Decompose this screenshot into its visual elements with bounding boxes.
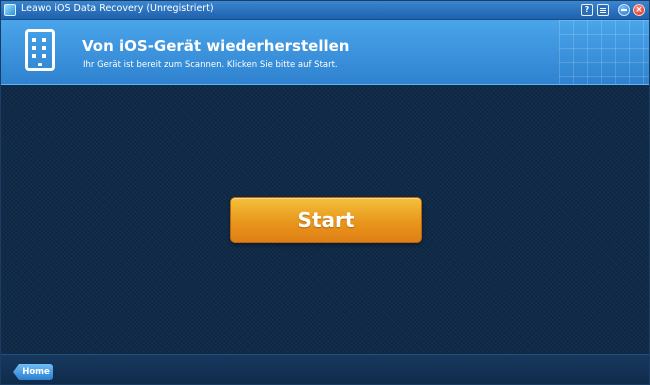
page-title: Von iOS-Gerät wiederherstellen (82, 37, 350, 55)
header-grid-decoration (559, 20, 649, 84)
tablet-screen (31, 36, 49, 60)
home-button-label: Home (22, 367, 50, 377)
close-button[interactable]: × (633, 4, 645, 16)
app-logo-icon (4, 4, 16, 16)
page-subtitle: Ihr Gerät ist bereit zum Scannen. Klicke… (83, 60, 338, 70)
window-title: Leawo iOS Data Recovery (Unregistriert) (21, 3, 214, 14)
page-header: Von iOS-Gerät wiederherstellen Ihr Gerät… (1, 20, 649, 85)
minimize-button[interactable] (618, 4, 630, 16)
start-button[interactable]: Start (230, 197, 422, 243)
tablet-home-button (38, 63, 42, 66)
menu-icon-line (600, 12, 606, 13)
home-button[interactable]: Home (13, 364, 53, 380)
menu-icon-line (600, 8, 606, 9)
tablet-icon (25, 29, 55, 71)
title-bar[interactable]: Leawo iOS Data Recovery (Unregistriert) … (1, 1, 649, 20)
app-window: Leawo iOS Data Recovery (Unregistriert) … (0, 0, 650, 385)
minimize-icon (621, 9, 627, 11)
menu-icon-line (600, 10, 606, 11)
help-button[interactable]: ? (581, 4, 593, 16)
menu-button[interactable] (597, 4, 609, 16)
main-panel: Start (1, 85, 649, 354)
footer-bar: Home (1, 354, 649, 384)
start-button-label: Start (297, 208, 355, 232)
